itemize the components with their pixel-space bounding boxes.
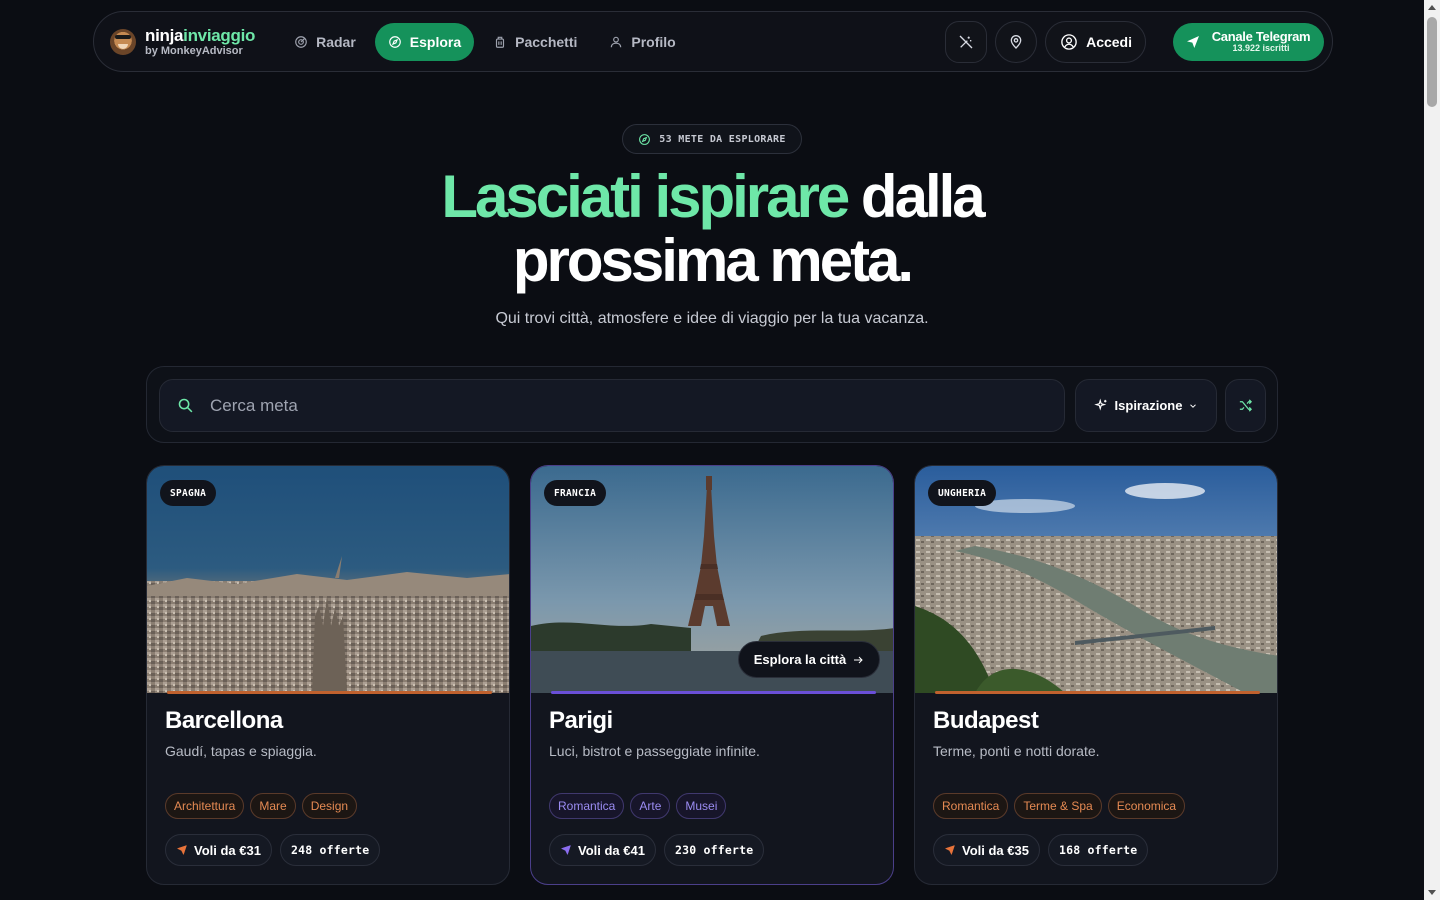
destination-title: Parigi <box>549 707 613 734</box>
page-scrollbar[interactable] <box>1424 0 1440 900</box>
tag-chip[interactable]: Design <box>301 793 358 819</box>
nav-item-esplora[interactable]: Esplora <box>374 22 475 61</box>
explore-city-button[interactable]: Esplora la città <box>738 641 880 678</box>
search-panel: Ispirazione <box>146 366 1278 443</box>
scroll-down-arrow-icon[interactable] <box>1428 890 1436 895</box>
card-accent-line <box>551 691 876 694</box>
destination-description: Luci, bistrot e passeggiate infinite. <box>549 743 760 759</box>
search-icon <box>178 398 193 413</box>
theme-toggle-button[interactable] <box>945 20 988 63</box>
arrow-right-icon <box>854 656 863 663</box>
inspiration-filter-label: Ispirazione <box>1114 398 1183 413</box>
offers-count-chip[interactable]: 230 offerte <box>663 834 765 866</box>
chevron-down-icon <box>1190 403 1197 408</box>
radar-icon <box>295 35 307 48</box>
tag-chip[interactable]: Economica <box>1107 793 1186 819</box>
brand-logo-link[interactable]: ninjainviaggio by MonkeyAdvisor <box>110 27 255 57</box>
flights-price-label: Voli da €41 <box>578 842 645 858</box>
country-badge: SPAGNA <box>160 480 217 506</box>
user-icon <box>611 36 622 47</box>
nav-item-radar[interactable]: Radar <box>281 23 369 61</box>
telegram-channel-button[interactable]: Canale Telegram 13.922 iscritti <box>1173 22 1324 61</box>
tag-chip[interactable]: Architettura <box>165 793 245 819</box>
compass-icon <box>639 133 651 145</box>
destination-description: Terme, ponti e notti dorate. <box>933 743 1100 759</box>
country-badge: UNGHERIA <box>928 480 997 506</box>
tag-chip[interactable]: Mare <box>250 793 296 819</box>
monkey-logo-icon <box>110 28 136 55</box>
tag-chip[interactable]: Romantica <box>549 793 625 819</box>
country-badge: FRANCIA <box>544 480 607 506</box>
login-button[interactable]: Accedi <box>1045 20 1146 63</box>
page-subtitle: Qui trovi città, atmosfere e idee di via… <box>495 310 929 327</box>
tag-chip[interactable]: Terme & Spa <box>1014 793 1102 819</box>
card-accent-line <box>935 691 1260 694</box>
explore-city-label: Esplora la città <box>753 652 847 667</box>
nav-item-label: Pacchetti <box>515 33 578 50</box>
search-box[interactable] <box>159 379 1065 432</box>
magic-wand-off-icon <box>959 35 973 48</box>
page-title: Lasciati ispirare dalla prossima meta. <box>441 163 985 294</box>
login-label: Accedi <box>1086 33 1132 50</box>
sparkles-icon <box>1093 398 1107 411</box>
destination-card-parigi[interactable]: FRANCIA Esplora la città Parigi Luci, bi… <box>530 465 894 885</box>
destinations-count-pill: 53 METE DA ESPLORARE <box>622 124 802 154</box>
destination-card-barcellona[interactable]: SPAGNA Barcellona Gaudí, tapas e spiaggi… <box>146 465 510 885</box>
nav-item-pacchetti[interactable]: Pacchetti <box>480 23 590 61</box>
top-navbar: ninjainviaggio by MonkeyAdvisor Radar Es… <box>93 11 1333 72</box>
luggage-icon <box>496 36 505 48</box>
main-nav: Radar Esplora Pacchetti Profilo <box>281 22 689 61</box>
brand-name: ninjainviaggio <box>145 25 256 45</box>
destination-title: Budapest <box>933 707 1039 734</box>
nav-item-label: Radar <box>316 33 356 50</box>
map-pin-icon <box>1010 34 1022 49</box>
offers-count-chip[interactable]: 248 offerte <box>279 834 381 866</box>
nav-item-profilo[interactable]: Profilo <box>596 23 688 61</box>
destination-card-budapest[interactable]: UNGHERIA Budapest Terme, ponti e notti d… <box>914 465 1278 885</box>
flights-price-chip[interactable]: Voli da €31 <box>165 834 272 866</box>
scrollbar-thumb[interactable] <box>1427 17 1437 107</box>
offers-count-chip[interactable]: 168 offerte <box>1047 834 1149 866</box>
tag-chip[interactable]: Arte <box>630 793 671 819</box>
nav-item-label: Profilo <box>631 33 676 50</box>
user-circle-icon <box>1061 33 1077 50</box>
nav-item-label: Esplora <box>409 33 462 50</box>
scroll-up-arrow-icon[interactable] <box>1428 5 1436 10</box>
card-accent-line <box>167 691 492 694</box>
tag-chip[interactable]: Romantica <box>933 793 1009 819</box>
flights-price-label: Voli da €35 <box>962 842 1029 858</box>
plane-icon <box>176 845 187 856</box>
telegram-subscribers: 13.922 iscritti <box>1232 43 1290 53</box>
send-plane-icon <box>1187 35 1199 48</box>
destination-description: Gaudí, tapas e spiaggia. <box>165 743 317 759</box>
flights-price-label: Voli da €31 <box>194 842 261 858</box>
compass-icon <box>388 35 401 48</box>
shuffle-icon <box>1239 399 1253 412</box>
search-input[interactable] <box>210 395 1030 416</box>
location-button[interactable] <box>995 20 1038 63</box>
flights-price-chip[interactable]: Voli da €41 <box>549 834 656 866</box>
telegram-title: Canale Telegram <box>1211 29 1311 44</box>
shuffle-button[interactable] <box>1225 379 1266 432</box>
brand-subtitle: by MonkeyAdvisor <box>145 44 243 57</box>
inspiration-filter-dropdown[interactable]: Ispirazione <box>1075 379 1217 432</box>
flights-price-chip[interactable]: Voli da €35 <box>933 834 1040 866</box>
tag-chip[interactable]: Musei <box>676 793 727 819</box>
plane-icon <box>560 845 571 856</box>
destination-title: Barcellona <box>165 707 283 734</box>
plane-icon <box>944 845 955 856</box>
destinations-count-label: 53 METE DA ESPLORARE <box>659 133 786 145</box>
